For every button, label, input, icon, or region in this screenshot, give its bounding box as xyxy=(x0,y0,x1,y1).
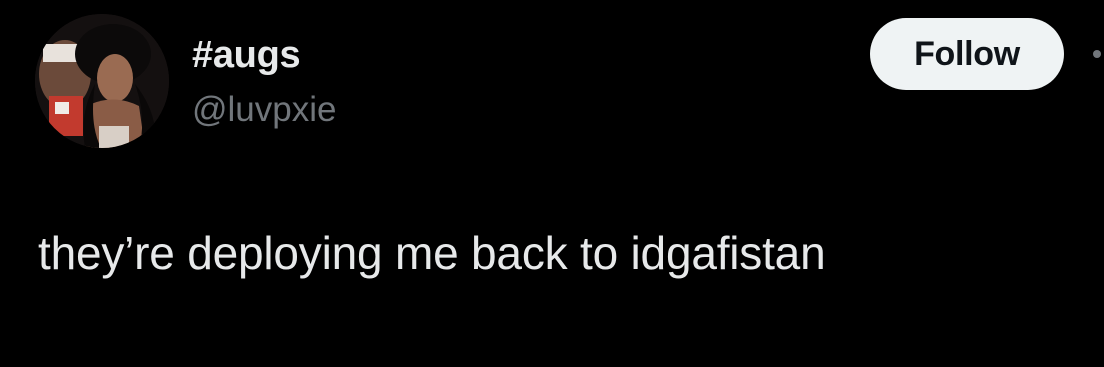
author-avatar[interactable] xyxy=(35,14,169,148)
author-handle[interactable]: @luvpxie xyxy=(192,90,336,130)
avatar-photo-icon xyxy=(35,14,169,148)
tweet-text: they’re deploying me back to idgafistan xyxy=(38,227,826,279)
author-display-name[interactable]: #augs xyxy=(192,34,301,77)
follow-button[interactable]: Follow xyxy=(870,18,1064,90)
more-options-icon[interactable] xyxy=(1093,50,1101,58)
